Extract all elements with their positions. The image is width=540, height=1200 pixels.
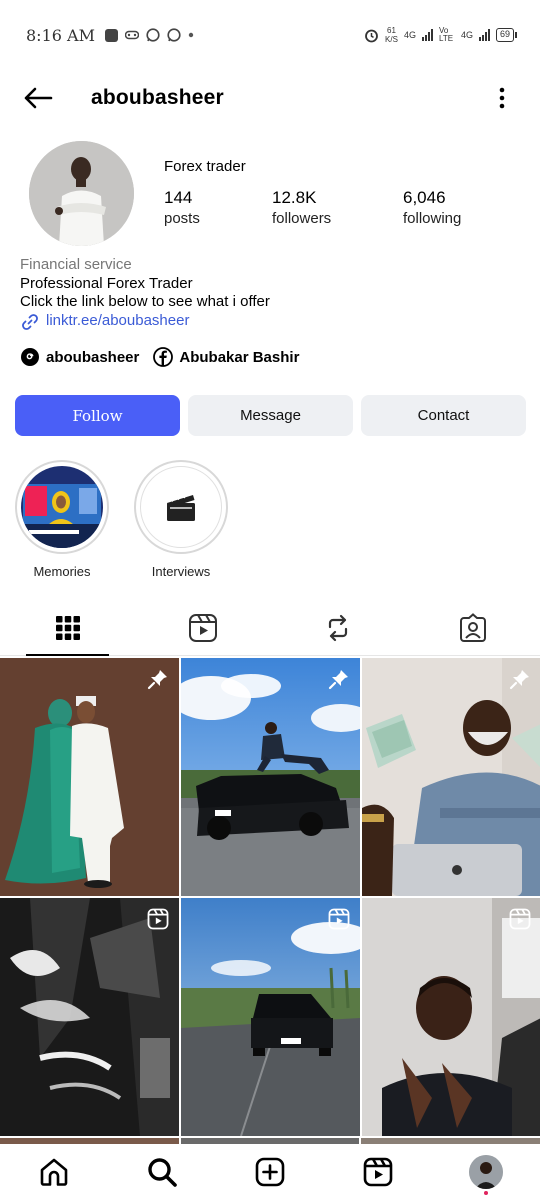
profile-header: aboubasheer bbox=[0, 70, 540, 126]
pinned-badge bbox=[509, 668, 531, 695]
tab-posts[interactable] bbox=[0, 600, 135, 656]
signal-icon bbox=[421, 29, 433, 41]
tagged-icon bbox=[459, 612, 486, 642]
volte-label: Vo LTE bbox=[438, 26, 454, 43]
bio-line: Click the link below to see what i offer bbox=[20, 293, 270, 310]
posts-grid bbox=[0, 658, 540, 1136]
post-thumbnail[interactable] bbox=[0, 898, 179, 1136]
highlight-label: Interviews bbox=[151, 564, 211, 579]
followers-stat[interactable]: 12.8K followers bbox=[272, 188, 403, 227]
posts-stat[interactable]: 144 posts bbox=[164, 188, 272, 227]
back-button[interactable] bbox=[18, 78, 58, 118]
profile-bio: Financial service Professional Forex Tra… bbox=[20, 256, 270, 332]
pinned-badge bbox=[328, 668, 350, 695]
highlight-interviews[interactable]: Interviews bbox=[133, 460, 229, 579]
pinned-badge bbox=[147, 668, 169, 695]
profile-category: Financial service bbox=[20, 256, 132, 273]
profile-username: aboubasheer bbox=[91, 86, 224, 109]
reel-badge bbox=[328, 908, 350, 935]
whatsapp-icon bbox=[167, 28, 181, 42]
link-icon bbox=[22, 313, 38, 330]
story-highlights: Memories Interviews bbox=[14, 460, 229, 579]
user-avatar bbox=[469, 1155, 503, 1189]
reels-icon bbox=[147, 908, 169, 930]
notification-dot bbox=[484, 1191, 488, 1195]
reel-badge bbox=[509, 908, 531, 935]
notification-icons bbox=[104, 28, 194, 42]
social-links: aboubasheer Abubakar Bashir bbox=[20, 347, 299, 367]
highlight-ring bbox=[134, 460, 228, 554]
threads-icon bbox=[21, 348, 39, 366]
search-icon bbox=[148, 1158, 177, 1187]
facebook-icon bbox=[153, 347, 174, 367]
network-type: 4G bbox=[403, 30, 416, 40]
highlight-image bbox=[21, 466, 103, 548]
reel-badge bbox=[147, 908, 169, 935]
highlight-cover bbox=[140, 466, 222, 548]
following-stat[interactable]: 6,046 following bbox=[403, 188, 511, 227]
nav-create[interactable] bbox=[245, 1147, 295, 1197]
clapper-board-icon bbox=[167, 492, 195, 521]
status-time: 8:16 AM bbox=[26, 25, 95, 45]
facebook-link[interactable]: Abubakar Bashir bbox=[153, 347, 299, 367]
status-bar: 8:16 AM 61 K/S 4G Vo LTE 4G 69 bbox=[0, 0, 540, 70]
bio-link[interactable]: linktr.ee/aboubasheer bbox=[20, 312, 270, 332]
home-icon bbox=[40, 1158, 68, 1186]
whatsapp-icon bbox=[146, 28, 160, 42]
nav-reels[interactable] bbox=[353, 1147, 403, 1197]
avatar-image bbox=[29, 141, 134, 246]
reposts-icon bbox=[328, 614, 347, 641]
pin-icon bbox=[509, 670, 529, 690]
bio-line: Professional Forex Trader bbox=[20, 274, 193, 292]
reels-icon bbox=[188, 613, 217, 642]
reels-icon bbox=[328, 908, 350, 930]
profile-avatar[interactable] bbox=[29, 141, 134, 246]
pin-icon bbox=[328, 670, 348, 690]
app-notification-icon bbox=[104, 28, 118, 42]
profile-tabs bbox=[0, 600, 540, 656]
profile-stats: 144 posts 12.8K followers 6,046 followin… bbox=[164, 188, 511, 227]
nav-profile[interactable] bbox=[461, 1147, 511, 1197]
profile-display-name: Forex trader bbox=[164, 158, 246, 175]
reels-icon bbox=[509, 908, 531, 930]
threads-link[interactable]: aboubasheer bbox=[20, 347, 139, 367]
message-button[interactable]: Message bbox=[188, 395, 353, 436]
user-avatar-image bbox=[469, 1155, 503, 1189]
post-thumbnail[interactable] bbox=[362, 658, 540, 896]
post-thumbnail[interactable] bbox=[362, 898, 540, 1136]
highlight-label: Memories bbox=[33, 564, 91, 579]
profile-actions: Follow Message Contact bbox=[15, 395, 526, 436]
dot-icon bbox=[188, 32, 194, 38]
alarm-icon bbox=[365, 29, 378, 42]
network-type-2: 4G bbox=[460, 30, 473, 40]
tab-reels[interactable] bbox=[135, 600, 270, 655]
highlight-cover bbox=[21, 466, 103, 548]
add-post-icon bbox=[255, 1157, 285, 1187]
post-thumbnail[interactable] bbox=[0, 658, 179, 896]
grid-icon bbox=[55, 615, 80, 640]
follow-button[interactable]: Follow bbox=[15, 395, 180, 436]
contact-button[interactable]: Contact bbox=[361, 395, 526, 436]
nav-search[interactable] bbox=[137, 1147, 187, 1197]
tab-reposts[interactable] bbox=[270, 600, 405, 655]
vertical-dots-icon bbox=[499, 87, 505, 109]
battery-indicator: 69 bbox=[495, 28, 518, 42]
pin-icon bbox=[147, 670, 167, 690]
more-options-button[interactable] bbox=[492, 78, 512, 118]
gamepad-icon bbox=[124, 30, 139, 40]
highlight-memories[interactable]: Memories bbox=[14, 460, 110, 579]
arrow-left-icon bbox=[24, 87, 53, 109]
signal-icon bbox=[478, 29, 490, 41]
post-thumbnail[interactable] bbox=[181, 658, 360, 896]
highlight-ring bbox=[15, 460, 109, 554]
nav-home[interactable] bbox=[29, 1147, 79, 1197]
net-speed: 61 K/S bbox=[385, 26, 398, 44]
status-right: 61 K/S 4G Vo LTE 4G 69 bbox=[364, 26, 518, 44]
post-thumbnail[interactable] bbox=[181, 898, 360, 1136]
reels-icon bbox=[363, 1157, 393, 1187]
bottom-navigation bbox=[0, 1144, 540, 1200]
tab-tagged[interactable] bbox=[405, 600, 540, 655]
